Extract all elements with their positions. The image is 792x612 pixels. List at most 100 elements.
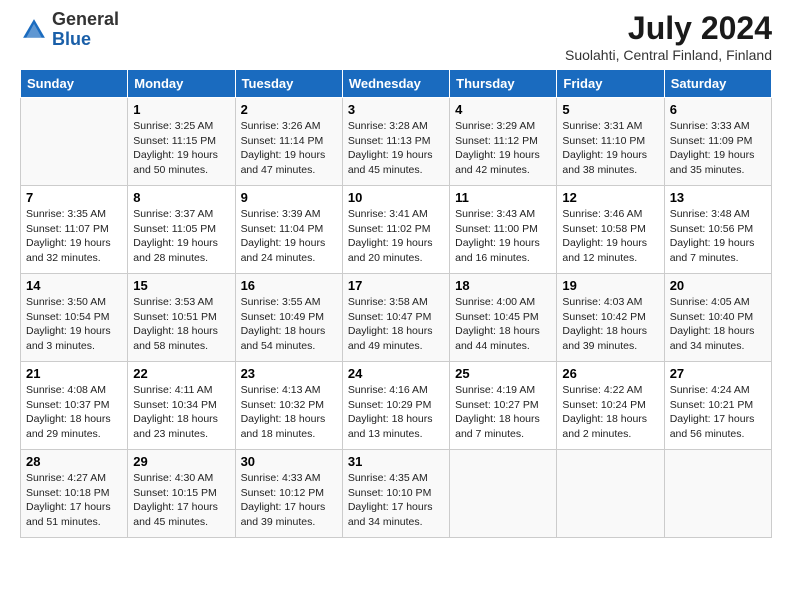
day-number: 20 bbox=[670, 278, 766, 293]
calendar-cell: 13 Sunrise: 3:48 AMSunset: 10:56 PMDaylig… bbox=[664, 186, 771, 274]
day-number: 12 bbox=[562, 190, 658, 205]
day-info: Sunrise: 3:58 AMSunset: 10:47 PMDaylight… bbox=[348, 295, 444, 354]
day-number: 31 bbox=[348, 454, 444, 469]
day-info: Sunrise: 4:19 AMSunset: 10:27 PMDaylight… bbox=[455, 383, 551, 442]
calendar-cell: 29Sunrise: 4:30 AMSunset: 10:15 PMDaylig… bbox=[128, 450, 235, 538]
day-info: Sunrise: 3:43 AMSunset: 11:00 PMDaylight… bbox=[455, 207, 551, 266]
day-info: Sunrise: 3:31 AMSunset: 11:10 PMDaylight… bbox=[562, 119, 658, 178]
day-number: 16 bbox=[241, 278, 337, 293]
logo-general-text: General bbox=[52, 9, 119, 29]
day-info: Sunrise: 4:00 AMSunset: 10:45 PMDaylight… bbox=[455, 295, 551, 354]
day-info: Sunrise: 4:27 AMSunset: 10:18 PMDaylight… bbox=[26, 471, 122, 530]
day-info: Sunrise: 3:48 AMSunset: 10:56 PMDaylight… bbox=[670, 207, 766, 266]
day-number: 22 bbox=[133, 366, 229, 381]
day-info: Sunrise: 3:29 AMSunset: 11:12 PMDaylight… bbox=[455, 119, 551, 178]
calendar-cell: 21 Sunrise: 4:08 AMSunset: 10:37 PMDaylig… bbox=[21, 362, 128, 450]
day-info: Sunrise: 3:41 AMSunset: 11:02 PMDaylight… bbox=[348, 207, 444, 266]
calendar-cell bbox=[557, 450, 664, 538]
day-info: Sunrise: 3:26 AMSunset: 11:14 PMDaylight… bbox=[241, 119, 337, 178]
day-number: 1 bbox=[133, 102, 229, 117]
header-day-saturday: Saturday bbox=[664, 70, 771, 98]
month-year-title: July 2024 bbox=[565, 10, 772, 47]
calendar-cell: 2 Sunrise: 3:26 AMSunset: 11:14 PMDayligh… bbox=[235, 98, 342, 186]
calendar-header: SundayMondayTuesdayWednesdayThursdayFrid… bbox=[21, 70, 772, 98]
title-block: July 2024 Suolahti, Central Finland, Fin… bbox=[565, 10, 772, 63]
day-info: Sunrise: 4:11 AMSunset: 10:34 PMDaylight… bbox=[133, 383, 229, 442]
header-row: SundayMondayTuesdayWednesdayThursdayFrid… bbox=[21, 70, 772, 98]
calendar-cell: 31 Sunrise: 4:35 AMSunset: 10:10 PMDaylig… bbox=[342, 450, 449, 538]
calendar-week-1: 1Sunrise: 3:25 AMSunset: 11:15 PMDayligh… bbox=[21, 98, 772, 186]
day-number: 9 bbox=[241, 190, 337, 205]
day-number: 18 bbox=[455, 278, 551, 293]
calendar-cell: 11 Sunrise: 3:43 AMSunset: 11:00 PMDaylig… bbox=[450, 186, 557, 274]
day-number: 5 bbox=[562, 102, 658, 117]
day-number: 15 bbox=[133, 278, 229, 293]
calendar-cell: 4 Sunrise: 3:29 AMSunset: 11:12 PMDayligh… bbox=[450, 98, 557, 186]
calendar-cell: 26Sunrise: 4:22 AMSunset: 10:24 PMDaylig… bbox=[557, 362, 664, 450]
day-info: Sunrise: 4:13 AMSunset: 10:32 PMDaylight… bbox=[241, 383, 337, 442]
calendar-body: 1Sunrise: 3:25 AMSunset: 11:15 PMDayligh… bbox=[21, 98, 772, 538]
logo: General Blue bbox=[20, 10, 119, 50]
calendar-cell: 6Sunrise: 3:33 AMSunset: 11:09 PMDayligh… bbox=[664, 98, 771, 186]
calendar-cell: 19Sunrise: 4:03 AMSunset: 10:42 PMDaylig… bbox=[557, 274, 664, 362]
header-day-monday: Monday bbox=[128, 70, 235, 98]
day-info: Sunrise: 3:55 AMSunset: 10:49 PMDaylight… bbox=[241, 295, 337, 354]
day-info: Sunrise: 4:24 AMSunset: 10:21 PMDaylight… bbox=[670, 383, 766, 442]
day-number: 11 bbox=[455, 190, 551, 205]
day-number: 17 bbox=[348, 278, 444, 293]
day-number: 30 bbox=[241, 454, 337, 469]
day-number: 6 bbox=[670, 102, 766, 117]
day-number: 29 bbox=[133, 454, 229, 469]
day-info: Sunrise: 3:35 AMSunset: 11:07 PMDaylight… bbox=[26, 207, 122, 266]
day-info: Sunrise: 3:37 AMSunset: 11:05 PMDaylight… bbox=[133, 207, 229, 266]
calendar-cell: 25 Sunrise: 4:19 AMSunset: 10:27 PMDaylig… bbox=[450, 362, 557, 450]
day-number: 14 bbox=[26, 278, 122, 293]
day-info: Sunrise: 4:16 AMSunset: 10:29 PMDaylight… bbox=[348, 383, 444, 442]
day-number: 25 bbox=[455, 366, 551, 381]
calendar-cell: 18 Sunrise: 4:00 AMSunset: 10:45 PMDaylig… bbox=[450, 274, 557, 362]
calendar-cell: 12 Sunrise: 3:46 AMSunset: 10:58 PMDaylig… bbox=[557, 186, 664, 274]
calendar-cell: 28 Sunrise: 4:27 AMSunset: 10:18 PMDaylig… bbox=[21, 450, 128, 538]
day-info: Sunrise: 3:50 AMSunset: 10:54 PMDaylight… bbox=[26, 295, 122, 354]
day-number: 2 bbox=[241, 102, 337, 117]
header-day-sunday: Sunday bbox=[21, 70, 128, 98]
day-info: Sunrise: 4:03 AMSunset: 10:42 PMDaylight… bbox=[562, 295, 658, 354]
header-day-friday: Friday bbox=[557, 70, 664, 98]
header-day-thursday: Thursday bbox=[450, 70, 557, 98]
day-info: Sunrise: 3:28 AMSunset: 11:13 PMDaylight… bbox=[348, 119, 444, 178]
day-number: 10 bbox=[348, 190, 444, 205]
day-number: 4 bbox=[455, 102, 551, 117]
day-number: 23 bbox=[241, 366, 337, 381]
calendar-cell bbox=[21, 98, 128, 186]
calendar-cell: 14 Sunrise: 3:50 AMSunset: 10:54 PMDaylig… bbox=[21, 274, 128, 362]
calendar-cell: 17 Sunrise: 3:58 AMSunset: 10:47 PMDaylig… bbox=[342, 274, 449, 362]
header-day-wednesday: Wednesday bbox=[342, 70, 449, 98]
calendar-week-4: 21 Sunrise: 4:08 AMSunset: 10:37 PMDaylig… bbox=[21, 362, 772, 450]
day-info: Sunrise: 3:39 AMSunset: 11:04 PMDaylight… bbox=[241, 207, 337, 266]
day-info: Sunrise: 4:08 AMSunset: 10:37 PMDaylight… bbox=[26, 383, 122, 442]
day-number: 21 bbox=[26, 366, 122, 381]
calendar-cell: 16 Sunrise: 3:55 AMSunset: 10:49 PMDaylig… bbox=[235, 274, 342, 362]
day-number: 28 bbox=[26, 454, 122, 469]
calendar-cell: 7Sunrise: 3:35 AMSunset: 11:07 PMDayligh… bbox=[21, 186, 128, 274]
calendar-cell: 27Sunrise: 4:24 AMSunset: 10:21 PMDaylig… bbox=[664, 362, 771, 450]
calendar-cell: 1Sunrise: 3:25 AMSunset: 11:15 PMDayligh… bbox=[128, 98, 235, 186]
day-info: Sunrise: 4:35 AMSunset: 10:10 PMDaylight… bbox=[348, 471, 444, 530]
calendar-cell: 9 Sunrise: 3:39 AMSunset: 11:04 PMDayligh… bbox=[235, 186, 342, 274]
calendar-week-2: 7Sunrise: 3:35 AMSunset: 11:07 PMDayligh… bbox=[21, 186, 772, 274]
logo-blue-text: Blue bbox=[52, 29, 91, 49]
day-number: 8 bbox=[133, 190, 229, 205]
calendar-cell: 20Sunrise: 4:05 AMSunset: 10:40 PMDaylig… bbox=[664, 274, 771, 362]
day-info: Sunrise: 3:46 AMSunset: 10:58 PMDaylight… bbox=[562, 207, 658, 266]
calendar-cell: 5 Sunrise: 3:31 AMSunset: 11:10 PMDayligh… bbox=[557, 98, 664, 186]
day-number: 13 bbox=[670, 190, 766, 205]
day-info: Sunrise: 4:22 AMSunset: 10:24 PMDaylight… bbox=[562, 383, 658, 442]
logo-icon bbox=[20, 16, 48, 44]
day-number: 3 bbox=[348, 102, 444, 117]
day-info: Sunrise: 3:53 AMSunset: 10:51 PMDaylight… bbox=[133, 295, 229, 354]
calendar-cell: 3 Sunrise: 3:28 AMSunset: 11:13 PMDayligh… bbox=[342, 98, 449, 186]
calendar-week-5: 28 Sunrise: 4:27 AMSunset: 10:18 PMDaylig… bbox=[21, 450, 772, 538]
day-info: Sunrise: 4:33 AMSunset: 10:12 PMDaylight… bbox=[241, 471, 337, 530]
calendar-cell: 30 Sunrise: 4:33 AMSunset: 10:12 PMDaylig… bbox=[235, 450, 342, 538]
page-header: General Blue July 2024 Suolahti, Central… bbox=[20, 10, 772, 63]
